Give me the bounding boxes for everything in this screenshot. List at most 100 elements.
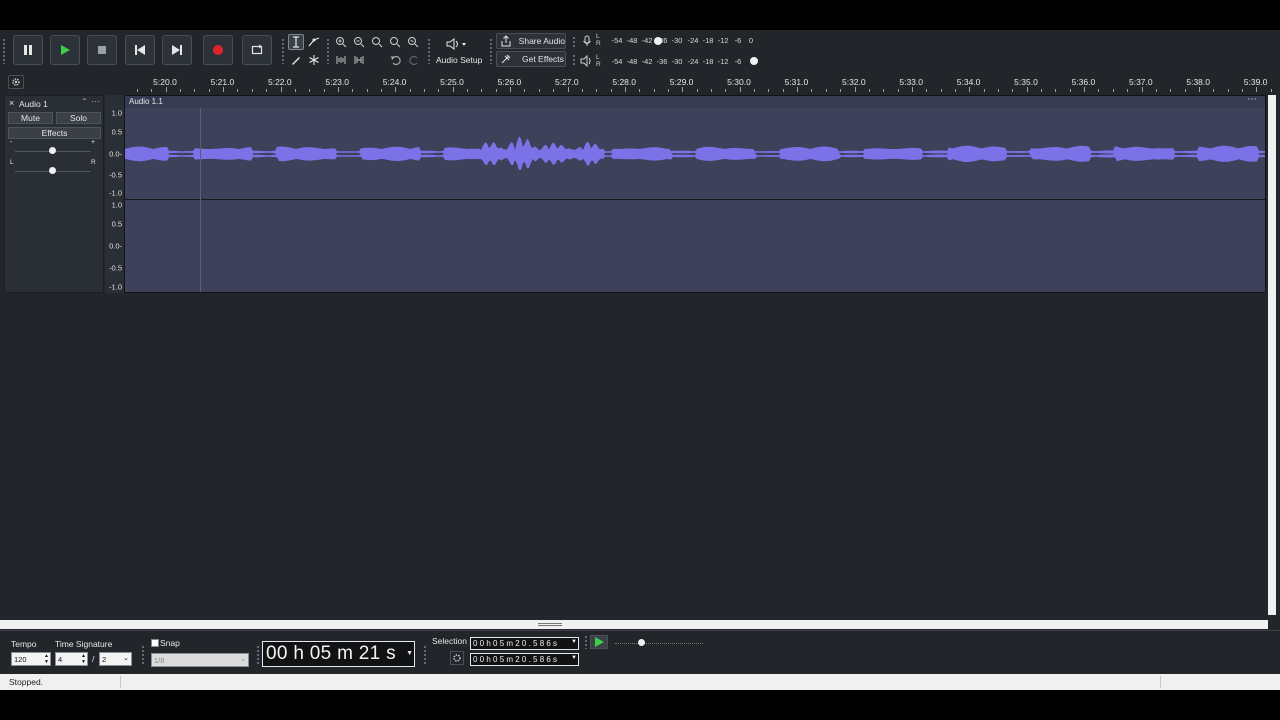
fit-project-button[interactable] (387, 34, 403, 50)
skip-start-icon (135, 45, 145, 55)
ruler-label: 5:31.0 (784, 77, 809, 87)
ruler-tick (639, 89, 641, 92)
ruler-tick (653, 89, 655, 92)
play-button[interactable] (50, 35, 80, 65)
playback-speaker-icon[interactable] (580, 55, 592, 67)
draw-tool[interactable] (288, 52, 304, 68)
ruler-tick (1270, 89, 1272, 92)
play-meter-lr: L R (596, 54, 601, 68)
chevron-down-icon: ▼ (571, 639, 577, 645)
spin-icon[interactable]: ▲ ▼ (44, 653, 49, 665)
gear-icon (12, 78, 20, 86)
skip-to-start-button[interactable] (125, 35, 155, 65)
zoom-out-button[interactable] (351, 34, 367, 50)
loop-button[interactable] (242, 35, 272, 65)
record-icon (213, 45, 223, 55)
waveform[interactable] (125, 108, 1265, 292)
vertical-amplitude-scale[interactable]: 1.0 0.5 0.0- -0.5 -1.0 1.0 0.5 0.0- -0.5… (105, 95, 124, 293)
pan-slider-thumb[interactable] (49, 167, 56, 174)
playhead-cursor (200, 108, 201, 292)
trim-icon (336, 56, 346, 64)
meter-tick: -24 (687, 36, 699, 45)
play-at-speed-button[interactable] (590, 635, 608, 649)
playback-meter-scale[interactable]: -54 -48 -42 -36 -30 -24 -18 -12 -6 (604, 57, 764, 67)
track-name[interactable]: Audio 1 (19, 99, 48, 109)
meter-tick: -42 (641, 57, 653, 66)
ts-denominator-select[interactable]: 2 ⌄ (99, 652, 132, 666)
tempo-input[interactable]: 120 ▲ ▼ (11, 652, 51, 666)
ruler-tick (366, 89, 368, 92)
chevron-down-icon[interactable]: ▼ (406, 650, 413, 657)
envelope-tool[interactable] (306, 34, 322, 50)
selection-settings-button[interactable] (450, 651, 464, 665)
ruler-tick (194, 89, 196, 92)
audio-setup-grip[interactable] (427, 38, 431, 64)
track-menu-icon[interactable]: ⋯ (91, 96, 100, 107)
edit-grip[interactable] (326, 38, 330, 64)
track-control-panel[interactable]: × Audio 1 ⌃ ⋯ Mute Solo Effects - + L R (4, 95, 104, 293)
vertical-scrollbar[interactable] (1268, 95, 1276, 615)
snap-grip[interactable] (141, 645, 145, 665)
selection-end-field[interactable]: 0 0 h 0 5 m 2 0 . 5 8 6 s ▼ (470, 653, 579, 666)
audio-clip[interactable]: Audio 1.1 ⋯ (124, 94, 1266, 293)
playback-meter-slider-thumb[interactable] (750, 57, 758, 65)
collapse-icon[interactable]: ⌃ (81, 97, 88, 106)
audio-setup-button[interactable]: Audio Setup (433, 33, 483, 67)
speed-slider[interactable] (615, 643, 703, 644)
gain-slider-thumb[interactable] (49, 147, 56, 154)
ruler-label: 5:29.0 (669, 77, 694, 87)
selection-tool[interactable] (288, 34, 304, 50)
mute-button[interactable]: Mute (8, 112, 53, 124)
resize-handle[interactable] (538, 623, 562, 626)
redo-button[interactable] (406, 52, 422, 68)
time-display[interactable]: 00 h 05 m 21 s ▼ (262, 641, 415, 667)
close-track-icon[interactable]: × (9, 98, 14, 108)
microphone-icon[interactable] (582, 35, 592, 47)
timeline-settings-button[interactable] (8, 75, 24, 89)
ts-numerator-input[interactable]: 4 ▲ ▼ (55, 652, 88, 666)
meter-grip-2[interactable] (572, 54, 576, 66)
fit-selection-button[interactable] (369, 34, 385, 50)
silence-button[interactable] (351, 52, 367, 68)
ruler-tick (309, 89, 311, 92)
time-grip[interactable] (256, 645, 260, 665)
mute-label: Mute (21, 113, 40, 123)
ruler-label: 5:36.0 (1071, 77, 1096, 87)
selection-grip[interactable] (423, 645, 427, 665)
clip-menu-icon[interactable]: ⋯ (1247, 94, 1257, 105)
snap-select[interactable]: 1/8 ⌄ (151, 653, 249, 667)
undo-button[interactable] (388, 52, 404, 68)
solo-button[interactable]: Solo (56, 112, 101, 124)
record-meter-slider-thumb[interactable] (654, 37, 662, 45)
timeline-ruler[interactable]: 5:20.0 5:21.0 5:22.0 5:23.0 5:24.0 5:25.0 5:26… (0, 72, 1280, 92)
share-audio-button[interactable]: Share Audio (496, 33, 566, 49)
snap-checkbox[interactable] (151, 639, 159, 647)
ruler-tick (1184, 89, 1186, 92)
spin-icon[interactable]: ▲ ▼ (81, 653, 86, 665)
effects-button[interactable]: Effects (8, 127, 101, 139)
envelope-icon (308, 37, 320, 47)
get-effects-button[interactable]: Get Effects (496, 51, 566, 67)
play-at-speed-grip[interactable] (584, 635, 588, 649)
speed-slider-thumb[interactable] (638, 639, 645, 646)
multi-tool[interactable] (306, 52, 322, 68)
selection-start-value: 0 0 h 0 5 m 2 0 . 5 8 6 s (473, 639, 558, 648)
trim-button[interactable] (333, 52, 349, 68)
tools-grip[interactable] (281, 38, 285, 64)
pause-button[interactable] (13, 35, 43, 65)
skip-to-end-button[interactable] (162, 35, 192, 65)
stop-button[interactable] (87, 35, 117, 65)
record-meter-scale[interactable]: -54 -48 -42 -36 -30 -24 -18 -12 -6 0 (604, 36, 764, 46)
chevron-down-icon: ⌄ (240, 656, 246, 663)
zoom-out-icon (354, 37, 365, 48)
record-button[interactable] (203, 35, 233, 65)
selection-start-field[interactable]: 0 0 h 0 5 m 2 0 . 5 8 6 s ▼ (470, 637, 579, 650)
zoom-in-button[interactable] (333, 34, 349, 50)
share-grip[interactable] (489, 38, 493, 64)
horizontal-scrollbar[interactable] (0, 620, 1268, 629)
zoom-toggle-button[interactable] (405, 34, 421, 50)
toolbar-grip[interactable] (2, 38, 6, 64)
clip-header[interactable]: Audio 1.1 ⋯ (125, 94, 1265, 108)
meter-grip[interactable] (572, 36, 576, 48)
ruler-tick (1141, 87, 1143, 92)
